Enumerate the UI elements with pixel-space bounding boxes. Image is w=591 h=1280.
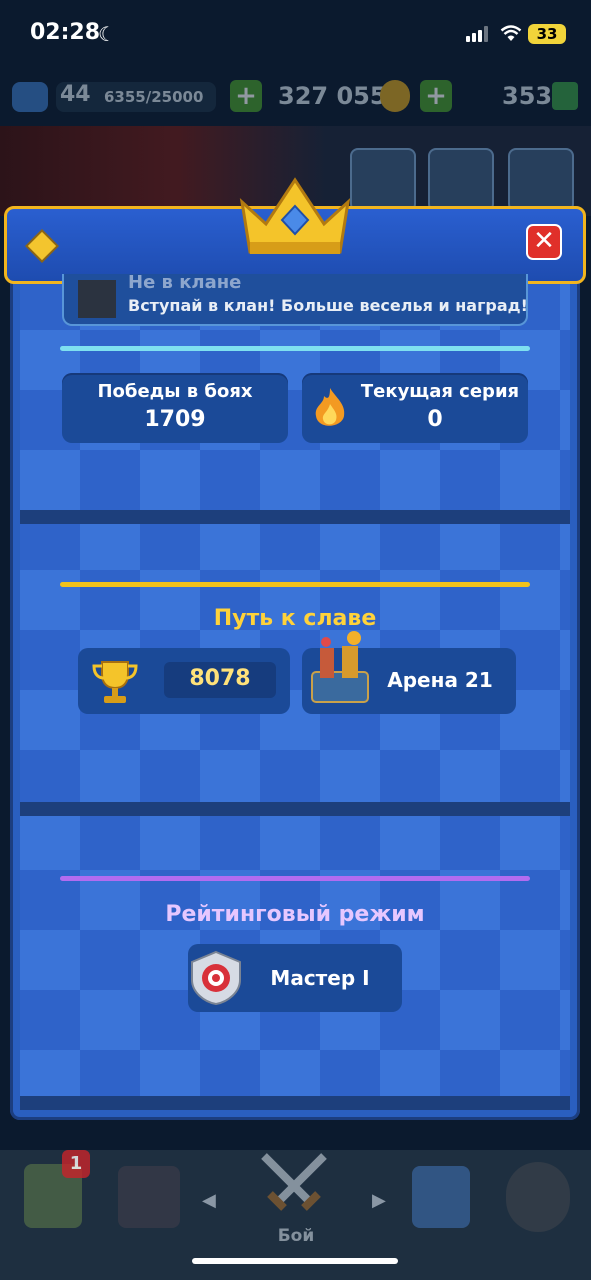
gold-coin-icon <box>380 80 410 112</box>
add-gems-button[interactable]: + <box>420 80 452 112</box>
clan-subtitle: Вступай в клан! Больше веселья и наград! <box>128 296 528 315</box>
gold-rule <box>60 582 530 587</box>
crown-icon <box>239 177 351 254</box>
menu-button[interactable] <box>508 148 574 212</box>
events-tab[interactable] <box>506 1162 570 1232</box>
gem-amount: 353 <box>502 82 553 110</box>
crossed-swords-icon <box>261 1153 327 1211</box>
gold-amount: 327 055 <box>278 82 387 110</box>
game-resource-bar: 44 6355/25000 + 327 055 + 353 <box>0 72 591 126</box>
friends-button[interactable] <box>350 148 416 212</box>
battle-tab-label[interactable]: Бой <box>266 1226 326 1246</box>
league-badge-icon <box>191 950 241 1006</box>
clan-tab[interactable] <box>412 1166 470 1228</box>
close-button[interactable]: ✕ <box>526 224 562 260</box>
section-divider <box>20 802 570 816</box>
clock-time: 02:28 <box>30 20 101 45</box>
section-divider <box>20 510 570 524</box>
streak-value: 0 <box>427 407 443 432</box>
player-level: 44 <box>60 82 91 107</box>
wins-value: 1709 <box>144 407 206 432</box>
section-divider <box>20 1096 570 1110</box>
path-title: Путь к славе <box>213 606 377 631</box>
streak-label: Текущая серия <box>360 381 520 402</box>
status-bar: 02:28 ☾ 33 <box>0 0 591 70</box>
gem-icon <box>552 82 578 110</box>
news-button[interactable] <box>428 148 494 212</box>
arena-icon <box>311 631 369 703</box>
home-indicator <box>192 1258 398 1264</box>
chevron-left-icon[interactable]: ◀ <box>202 1190 216 1211</box>
ranked-title: Рейтинговый режим <box>165 902 425 927</box>
cards-tab[interactable] <box>118 1166 180 1228</box>
clan-title: Не в клане <box>128 272 242 293</box>
flame-icon <box>315 388 345 426</box>
league-name: Мастер I <box>270 966 370 990</box>
clan-badge-icon <box>78 280 116 318</box>
purple-rule <box>60 876 530 881</box>
moon-icon: ☾ <box>98 22 116 46</box>
trophy-icon <box>92 661 138 703</box>
signal-icon <box>466 26 490 42</box>
trophy-count: 8078 <box>189 666 251 691</box>
notification-badge: 1 <box>62 1150 90 1178</box>
add-gold-button[interactable]: + <box>230 80 262 112</box>
wifi-icon <box>500 25 522 41</box>
chevron-right-icon[interactable]: ▶ <box>372 1190 386 1211</box>
arena-name: Арена 21 <box>387 668 493 692</box>
crown-icon <box>12 82 48 112</box>
xp-progress: 6355/25000 <box>104 88 204 106</box>
cyan-rule <box>60 346 530 351</box>
battery-indicator: 33 <box>528 24 566 44</box>
wins-label: Победы в боях <box>97 381 253 402</box>
